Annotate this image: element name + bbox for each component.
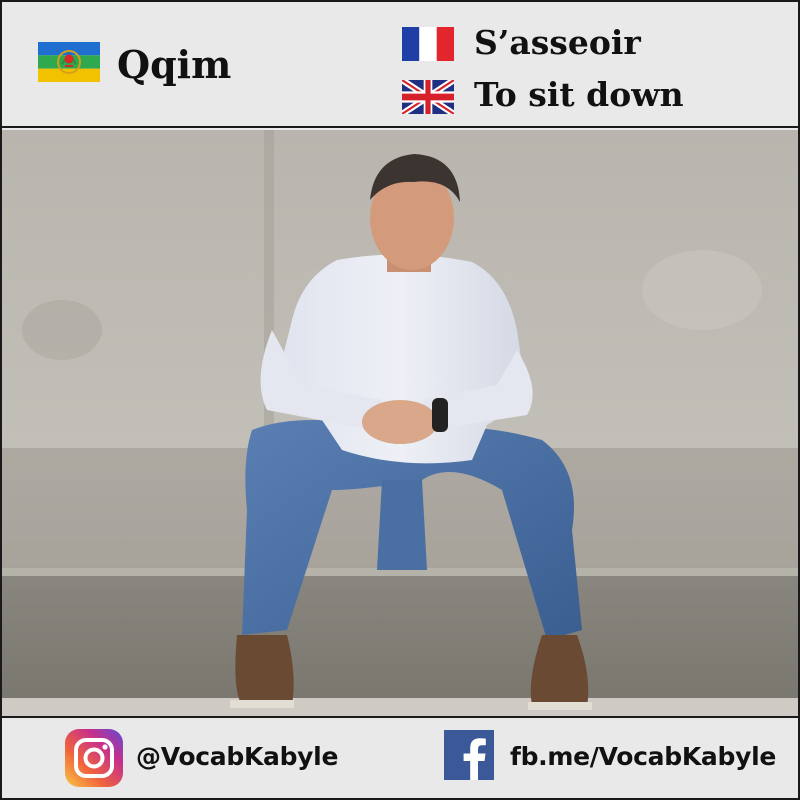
english-word: To sit down [474,75,684,114]
man-sitting-photo [2,130,798,716]
facebook-handle[interactable]: fb.me/VocabKabyle [510,742,776,771]
kabyle-flag-icon [38,42,100,82]
vocab-footer: @VocabKabyle fb.me/VocabKabyle [2,716,798,798]
instagram-icon[interactable] [65,729,123,787]
uk-flag-icon [402,80,454,114]
facebook-icon[interactable] [444,730,494,780]
french-word: S’asseoir [474,23,641,62]
instagram-handle[interactable]: @VocabKabyle [136,742,338,771]
vocab-header: Qqim S’asseoir To sit down [2,2,798,128]
french-flag-icon [402,27,454,61]
kabyle-word: Qqim [117,42,232,87]
vocab-photo [2,130,798,716]
vocab-card: Qqim S’asseoir To sit down @VocabKabyle … [0,0,800,800]
